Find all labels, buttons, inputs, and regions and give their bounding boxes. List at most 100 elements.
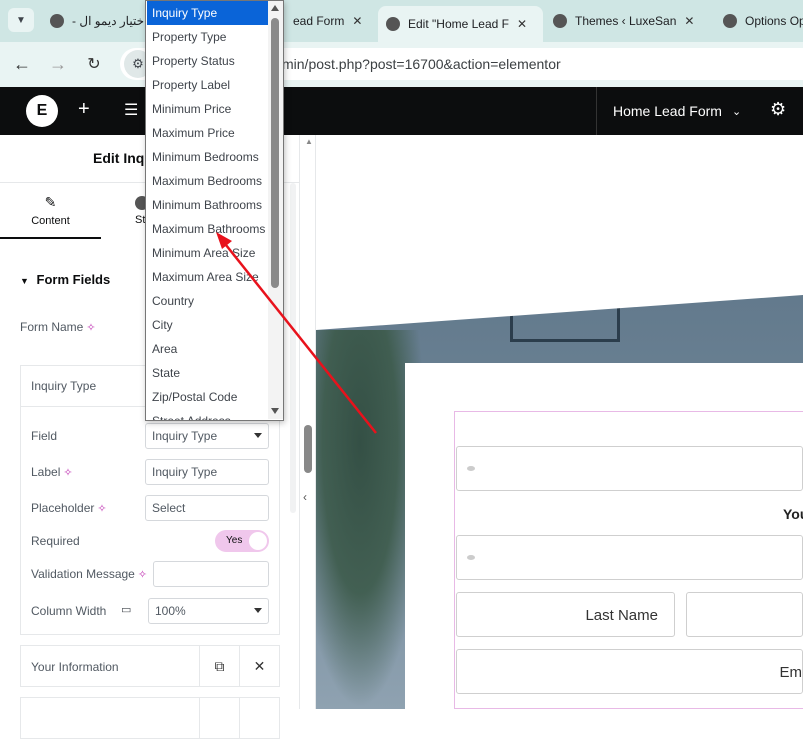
section-heading: You bbox=[783, 506, 803, 522]
dropdown-option[interactable]: Property Status bbox=[147, 49, 269, 73]
label-input-value: Inquiry Type bbox=[152, 465, 218, 479]
validation-message-input[interactable] bbox=[153, 561, 269, 587]
duplicate-icon[interactable] bbox=[199, 698, 239, 738]
required-toggle-text: Yes bbox=[226, 535, 243, 546]
chevron-down-icon bbox=[254, 608, 262, 613]
label-label-text: Label bbox=[31, 465, 61, 479]
toggle-knob bbox=[249, 532, 267, 550]
gear-icon[interactable]: ⚙ bbox=[770, 99, 786, 120]
dropdown-option[interactable]: Country bbox=[147, 289, 269, 313]
required-label: Required bbox=[31, 534, 80, 548]
dropdown-option[interactable]: Minimum Bedrooms bbox=[147, 145, 269, 169]
close-tab-icon[interactable]: ✕ bbox=[684, 14, 694, 28]
browser-tab-active[interactable]: Edit "Home Lead F ✕ bbox=[378, 6, 543, 42]
browser-tab-5[interactable]: Options Op bbox=[715, 6, 803, 36]
globe-icon bbox=[386, 17, 400, 31]
dropdown-option[interactable]: Maximum Bedrooms bbox=[147, 169, 269, 193]
dropdown-option[interactable]: Area bbox=[147, 337, 269, 361]
panel-scrollbar[interactable] bbox=[290, 183, 296, 513]
repeater-item-title: Inquiry Type bbox=[31, 379, 97, 393]
canvas-scroll-thumb[interactable] bbox=[304, 425, 312, 473]
collapse-panel-icon[interactable]: ‹ bbox=[303, 490, 307, 504]
browser-tab-label: Edit "Home Lead F bbox=[408, 17, 509, 31]
last-name-field[interactable]: Last Name bbox=[456, 592, 675, 637]
validation-label-text: Validation Message bbox=[31, 567, 135, 581]
column-width-select[interactable]: 100% bbox=[148, 598, 269, 624]
scroll-up-arrow-icon[interactable] bbox=[271, 5, 279, 11]
close-tab-icon[interactable]: ✕ bbox=[352, 14, 362, 28]
placeholder-label: Placeholder ✧ bbox=[31, 501, 107, 515]
field-type-value: Inquiry Type bbox=[152, 429, 218, 443]
placeholder-input-value: Select bbox=[152, 501, 186, 515]
form-name-label: Form Name ✧ bbox=[20, 320, 96, 334]
first-name-field[interactable] bbox=[686, 592, 803, 637]
repeater-item-collapsed[interactable] bbox=[20, 697, 280, 739]
last-name-placeholder: Last Name bbox=[585, 607, 658, 624]
document-title-text: Home Lead Form bbox=[613, 103, 722, 119]
placeholder-input[interactable]: Select bbox=[145, 495, 269, 521]
browser-tab-label: Options Op bbox=[745, 14, 803, 28]
section-title-text: Form Fields bbox=[36, 272, 111, 287]
ai-sparkle-icon[interactable]: ✧ bbox=[138, 569, 147, 581]
chatgpt-icon bbox=[50, 14, 64, 28]
ai-sparkle-icon[interactable]: ✧ bbox=[97, 503, 106, 515]
globe-icon bbox=[553, 14, 567, 28]
forward-icon[interactable]: → bbox=[46, 52, 70, 76]
close-tab-icon[interactable]: ✕ bbox=[517, 17, 527, 31]
add-element-icon[interactable]: + bbox=[78, 98, 90, 121]
scroll-up-icon[interactable]: ▲ bbox=[305, 137, 313, 146]
email-placeholder: Em bbox=[779, 664, 803, 681]
dropdown-option[interactable]: Maximum Bathrooms bbox=[147, 217, 269, 241]
browser-tab-label: ead Form bbox=[293, 14, 345, 28]
tab-search-chevron-icon[interactable]: ▼ bbox=[8, 8, 34, 32]
field-type-dropdown-list[interactable]: Inquiry Type Property Type Property Stat… bbox=[145, 0, 284, 421]
browser-tab-2[interactable]: ead Form ✕ bbox=[285, 6, 370, 36]
site-settings-icon[interactable]: ☰ bbox=[124, 100, 138, 120]
tab-content[interactable]: ✎ Content bbox=[0, 183, 101, 239]
dropdown-option[interactable]: Minimum Price bbox=[147, 97, 269, 121]
ai-sparkle-icon[interactable]: ✧ bbox=[86, 322, 95, 334]
elementor-logo-icon[interactable]: E bbox=[26, 95, 58, 127]
dropdown-option[interactable]: State bbox=[147, 361, 269, 385]
duplicate-icon[interactable]: ⧉ bbox=[199, 646, 239, 686]
validation-label: Validation Message ✧ bbox=[31, 567, 147, 581]
url-text[interactable]: min/post.php?post=16700&action=elementor bbox=[282, 56, 561, 72]
dropdown-option[interactable]: Minimum Area Size bbox=[147, 241, 269, 265]
browser-tab-label: - اختيار ديمو ال bbox=[72, 14, 148, 28]
desktop-icon[interactable]: ▭ bbox=[121, 603, 131, 616]
back-icon[interactable]: ← bbox=[10, 52, 34, 76]
browser-tab-4[interactable]: Themes ‹ LuxeSan ✕ bbox=[545, 6, 710, 36]
select-field[interactable] bbox=[456, 535, 803, 580]
dropdown-option[interactable]: City bbox=[147, 313, 269, 337]
tab-label: Content bbox=[31, 214, 70, 227]
tab-label: St bbox=[135, 214, 146, 226]
field-type-select[interactable]: Inquiry Type bbox=[145, 423, 269, 449]
dropdown-option[interactable]: Minimum Bathrooms bbox=[147, 193, 269, 217]
label-input[interactable]: Inquiry Type bbox=[145, 459, 269, 485]
select-indicator bbox=[467, 466, 475, 471]
chevron-down-icon bbox=[254, 433, 262, 438]
document-title[interactable]: Home Lead Form ⌄ bbox=[596, 87, 756, 135]
dropdown-option[interactable]: Street Address bbox=[147, 409, 269, 420]
dropdown-option[interactable]: Property Label bbox=[147, 73, 269, 97]
close-icon[interactable] bbox=[239, 698, 279, 738]
email-field[interactable]: Em bbox=[456, 649, 803, 694]
scroll-down-arrow-icon[interactable] bbox=[271, 408, 279, 414]
ai-sparkle-icon[interactable]: ✧ bbox=[63, 467, 72, 479]
dropdown-scroll-thumb[interactable] bbox=[271, 18, 279, 288]
panel-title: Edit Inqu bbox=[93, 150, 153, 166]
repeater-item-collapsed[interactable]: Your Information ⧉ ✕ bbox=[20, 645, 280, 687]
dropdown-option-selected[interactable]: Inquiry Type bbox=[147, 1, 269, 25]
dropdown-option[interactable]: Maximum Area Size bbox=[147, 265, 269, 289]
close-icon[interactable]: ✕ bbox=[239, 646, 279, 686]
section-form-fields[interactable]: ▼ Form Fields bbox=[20, 272, 110, 287]
browser-tab-label: Themes ‹ LuxeSan bbox=[575, 14, 677, 28]
form-name-label-text: Form Name bbox=[20, 320, 84, 334]
field-label: Field bbox=[31, 429, 58, 443]
placeholder-label-text: Placeholder bbox=[31, 501, 95, 515]
dropdown-option[interactable]: Zip/Postal Code bbox=[147, 385, 269, 409]
dropdown-option[interactable]: Maximum Price bbox=[147, 121, 269, 145]
dropdown-option[interactable]: Property Type bbox=[147, 25, 269, 49]
inquiry-select-field[interactable] bbox=[456, 446, 803, 491]
reload-icon[interactable]: ↻ bbox=[82, 52, 106, 76]
